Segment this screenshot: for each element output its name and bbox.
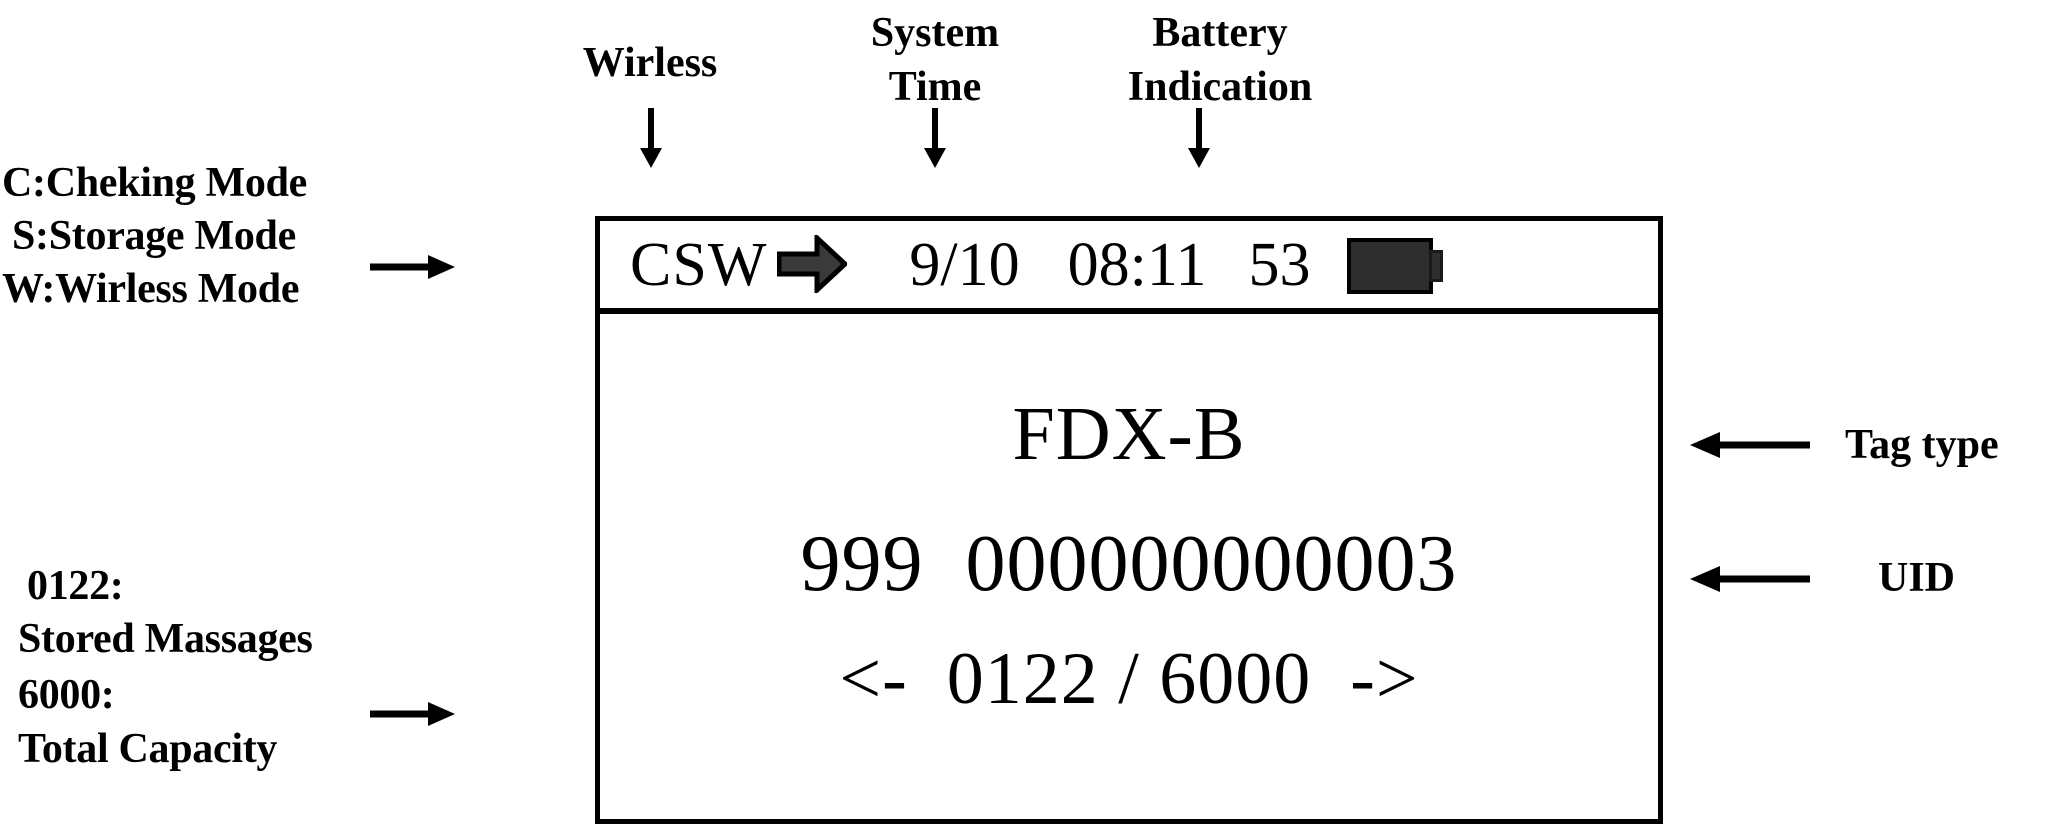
annotation-stored-messages-label: Stored Massages [18,616,313,662]
annotation-wireless-label: Wirless [582,40,718,86]
uid-value: 999 000000000003 [800,520,1458,608]
status-mode-flags[interactable]: CSW [630,234,767,296]
annotation-storage-mode: S:Storage Mode [12,213,296,259]
annotation-wireless-mode: W:Wirless Mode [2,266,300,312]
arrow-down-to-battery-icon [1184,108,1214,168]
annotated-device-screen-diagram: Wirless System Time Battery Indication C… [0,0,2050,831]
arrow-right-to-counter-icon [370,697,455,731]
status-bar: CSW 9/10 08:11 53 [600,221,1658,314]
annotation-system-time-label-line1: System [870,10,1000,56]
annotation-total-capacity-value: 6000: [18,672,115,718]
arrow-down-to-system-time-icon [920,108,950,168]
status-time: 08:11 [1067,230,1207,299]
annotation-stored-messages-value: 0122: [27,563,124,609]
tag-type-value: FDX-B [1012,392,1246,476]
annotation-battery-label-line2: Indication [1127,64,1313,110]
annotation-uid-label: UID [1878,555,1956,601]
annotation-total-capacity-label: Total Capacity [18,726,278,772]
status-seconds: 53 [1248,230,1311,299]
annotation-tag-type-label: Tag type [1845,422,1999,468]
lcd-content-area: FDX-B 999 000000000003 <- 0122 / 6000 -> [600,396,1658,831]
annotation-system-time-label-line2: Time [888,64,982,110]
battery-full-icon [1346,237,1443,294]
battery-nub [1428,249,1443,282]
arrow-left-to-uid-icon [1690,562,1810,596]
arrow-left-to-tag-type-icon [1690,428,1810,462]
status-date: 9/10 [909,230,1020,299]
record-counter[interactable]: <- 0122 / 6000 -> [600,642,1658,716]
annotation-checking-mode: C:Cheking Mode [2,160,307,206]
arrow-down-to-wireless-icon [636,108,666,168]
arrow-right-to-status-bar-icon [370,250,455,284]
annotation-battery-label-line1: Battery [1152,10,1288,56]
wireless-right-arrow-icon [776,232,850,298]
device-lcd-screen: CSW 9/10 08:11 53 FDX-B 999 000000000003… [595,216,1663,824]
battery-body [1346,237,1433,294]
